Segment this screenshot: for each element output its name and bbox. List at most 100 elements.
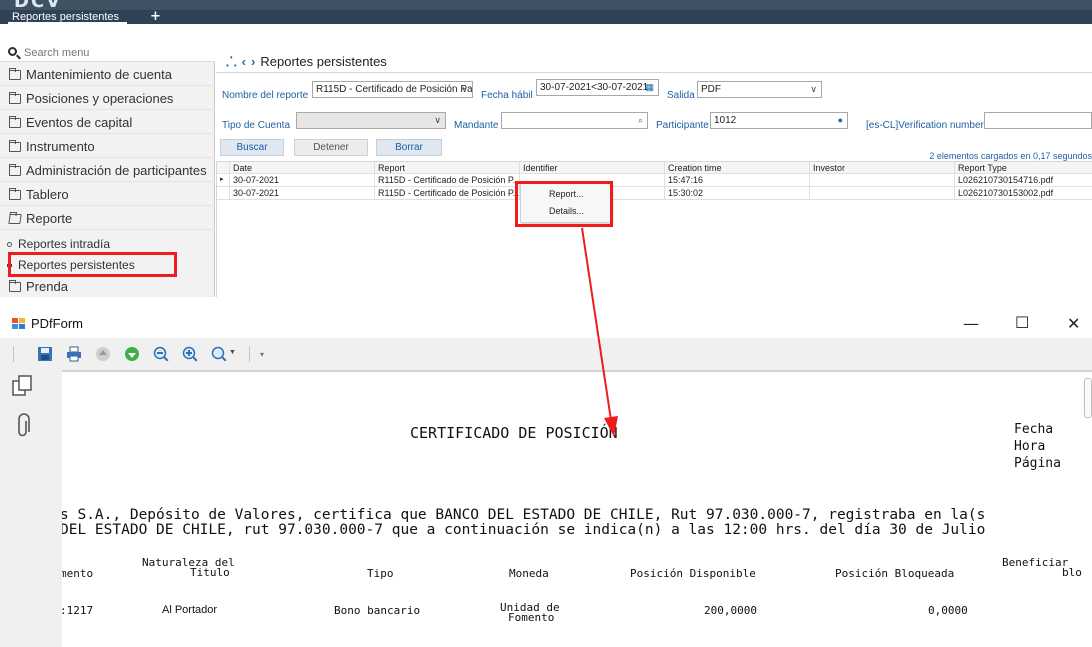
zoom-out-icon[interactable] [153,346,169,362]
cell-report: R115D - Certificado de Posición P... [374,187,519,200]
sidebar-item-instrumento[interactable]: Instrumento [0,135,215,158]
column-posicion-bloqueada: Posición Bloqueada [835,567,955,580]
app-window-icon [12,318,25,329]
annotation-highlight-context-menu [515,181,613,227]
vertical-scrollbar[interactable] [1084,378,1092,418]
sidebar-item-mantenimiento-de-cuenta[interactable]: Mantenimiento de cuenta [0,63,215,86]
sidebar-item-label: Tablero [26,187,69,202]
search-menu-input[interactable] [24,45,209,60]
business-date-value: 30-07-2021<30-07-2021 [540,82,649,93]
business-date-field[interactable]: 30-07-2021<30-07-2021 ▦ [536,79,659,96]
divider [216,72,1092,73]
save-icon[interactable] [37,346,53,362]
zoom-menu-icon[interactable] [211,346,227,362]
search-icon[interactable]: ⌕ [638,113,643,128]
column-beneficiario-line-2: blo [1062,566,1082,579]
tab-reportes-persistentes[interactable]: Reportes persistentes [8,11,127,24]
business-date-label: Fecha hábil [481,90,533,101]
sidebar-item-label: Prenda [26,279,68,294]
folder-icon [9,280,21,292]
folder-icon [9,92,21,104]
column-tipo: Tipo [367,567,394,580]
table-row[interactable]: 30-07-2021 R115D - Certificado de Posici… [217,187,1092,200]
app-logo: DCV [14,0,62,10]
sidebar-subitem-reportes-intradia[interactable]: Reportes intradía [0,234,215,254]
certificate-text-line-1: s S.A., Depósito de Valores, certifica q… [62,507,986,523]
toolbar-overflow-icon[interactable]: ▾ [260,350,264,359]
report-name-label: Nombre del reporte [222,90,309,101]
sidebar-item-administracion-de-participantes[interactable]: Administración de participantes [0,159,215,182]
next-page-icon[interactable] [124,346,140,362]
sitemap-icon[interactable]: ⸫ [226,54,237,69]
sidebar-item-tablero[interactable]: Tablero [0,183,215,206]
column-instrumento: mento [62,567,94,580]
zoom-in-icon[interactable] [182,346,198,362]
pdf-page-content: CERTIFICADO DE POSICIÓN Fecha Hora Págin… [62,370,1092,647]
pdf-title-bar: PDfForm — ☐ ✕ [0,308,1092,338]
previous-page-icon[interactable] [95,346,111,362]
sidebar-item-posiciones-y-operaciones[interactable]: Posiciones y operaciones [0,87,215,110]
account-type-select[interactable]: ∨ [296,112,446,129]
pdf-side-panel [0,370,62,647]
participant-label: Participante [656,120,709,131]
sidebar-item-reporte[interactable]: Reporte [0,207,215,230]
sidebar-item-label: Reporte [26,211,73,226]
calendar-icon[interactable]: ▦ [645,80,654,95]
cell-creation-time: 15:30:02 [664,187,809,200]
column-moneda: Moneda [509,567,549,580]
chevron-right-icon[interactable]: › [251,54,255,69]
info-icon[interactable]: ● [838,113,843,128]
breadcrumb: ⸫ ‹ › Reportes persistentes [226,52,387,70]
annotation-highlight-menu-item [8,252,177,277]
attachment-icon[interactable] [15,413,31,439]
search-button[interactable]: Buscar [220,139,284,156]
sidebar-item-eventos-de-capital[interactable]: Eventos de capital [0,111,215,134]
document-title: CERTIFICADO DE POSICIÓN [410,424,618,442]
mandante-field[interactable]: ⌕ [501,112,648,129]
sidebar-item-label: Mantenimiento de cuenta [26,67,172,82]
header-fecha: Fecha [1014,422,1054,437]
minimize-button[interactable]: — [963,314,979,333]
app-tab-strip: Reportes persistentes + [0,10,1092,24]
column-posicion-disponible: Posición Disponible [630,567,756,580]
toolbar-grip [13,346,14,362]
cell-posicion-disponible: 200,0000 [704,604,757,617]
page-title: Reportes persistentes [260,54,387,69]
pages-icon[interactable] [11,374,35,398]
chevron-left-icon[interactable]: ‹ [242,54,246,69]
participant-value: 1012 [714,115,737,126]
folder-icon [9,116,21,128]
stop-button[interactable]: Detener [294,139,368,156]
main-panel: ⸫ ‹ › Reportes persistentes Nombre del repo… [216,44,1092,297]
maximize-button[interactable]: ☐ [1015,313,1029,332]
sidebar-item-label: Administración de participantes [26,163,207,178]
chevron-down-icon: ∨ [461,84,468,94]
print-icon[interactable] [66,346,82,362]
header-hora: Hora [1014,439,1046,454]
add-tab-button[interactable]: + [150,10,161,24]
header-pagina: Página [1014,456,1061,471]
report-name-select[interactable]: R115D - Certificado de Posición Pa ∨ [312,81,473,98]
window-title: PDfForm [31,316,83,331]
app-header-bar: DCV [0,0,1092,10]
dropdown-arrow-icon[interactable]: ▼ [229,349,236,356]
chevron-down-icon: ∨ [810,84,817,94]
sidebar-subitem-label: Reportes intradía [18,237,111,251]
verification-number-field[interactable] [984,112,1092,129]
cell-moneda-line-2: Fomento [508,611,555,624]
folder-icon [9,68,21,80]
close-button[interactable]: ✕ [1067,314,1080,333]
sidebar-item-prenda[interactable]: Prenda [0,277,215,297]
grid-header-row: Date Report Identifier Creation time Inv… [217,161,1092,175]
cell-date: 30-07-2021 [229,174,374,187]
grid-left-border [216,161,217,297]
toolbar-separator [249,346,250,362]
table-row[interactable]: ▸ 30-07-2021 R115D - Certificado de Posi… [217,174,1092,187]
output-label: Salida [667,90,695,101]
cell-report: R115D - Certificado de Posición P... [374,174,519,187]
column-beneficiario-line-1: Beneficiar [1002,556,1069,569]
cell-posicion-bloqueada: 0,0000 [928,604,968,617]
participant-field[interactable]: 1012 ● [710,112,848,129]
output-select[interactable]: PDF ∨ [697,81,822,98]
clear-button[interactable]: Borrar [376,139,442,156]
